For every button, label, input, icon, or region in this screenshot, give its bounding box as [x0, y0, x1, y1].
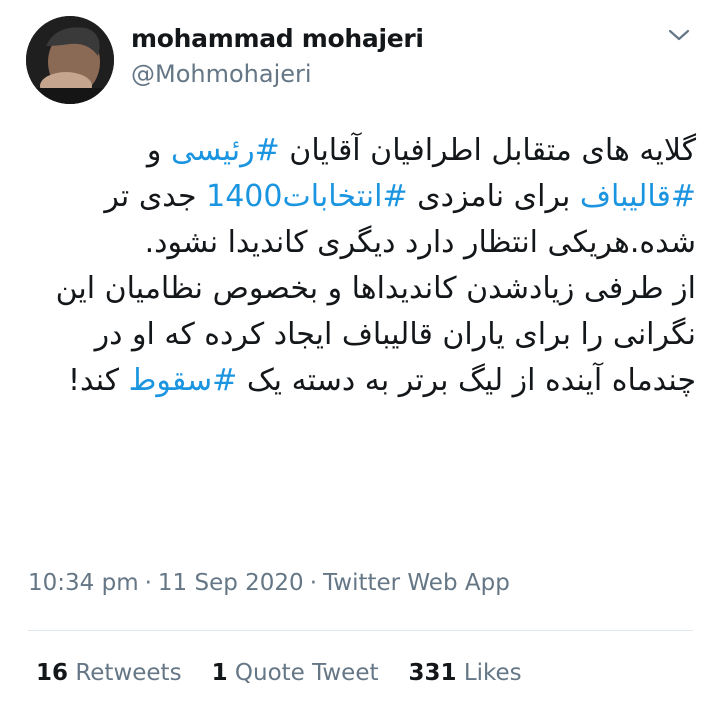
- quote-tweets-stat[interactable]: 1 Quote Tweet: [212, 660, 379, 686]
- hashtag-link[interactable]: #قالیباف: [580, 179, 696, 214]
- tweet-source[interactable]: Twitter Web App: [323, 570, 510, 596]
- tweet-text: گلایه های متقابل اطرافیان آقایان #رئیسی …: [28, 128, 696, 404]
- hashtag-link[interactable]: #انتخابات1400: [206, 179, 407, 214]
- meta-separator: ·: [144, 570, 152, 596]
- display-name[interactable]: mohammad mohajeri: [131, 24, 424, 53]
- tweet-text-run: و: [146, 133, 171, 168]
- tweet-date[interactable]: 11 Sep 2020: [158, 570, 304, 596]
- likes-stat[interactable]: 331 Likes: [409, 660, 522, 686]
- tweet-stats: 16 Retweets 1 Quote Tweet 331 Likes: [36, 660, 552, 686]
- retweets-count: 16: [36, 660, 69, 686]
- tweet-text-run: برای نامزدی: [407, 179, 580, 214]
- tweet-text-run: گلایه های متقابل اطرافیان آقایان: [279, 133, 696, 168]
- likes-count: 331: [408, 660, 457, 686]
- likes-label: Likes: [463, 660, 522, 686]
- quote-tweets-count: 1: [211, 660, 228, 686]
- hashtag-link[interactable]: #سقوط: [129, 363, 238, 398]
- retweets-stat[interactable]: 16 Retweets: [36, 660, 182, 686]
- hashtag-link[interactable]: #رئیسی: [171, 133, 280, 168]
- profile-photo: [26, 16, 114, 104]
- divider: [28, 630, 693, 631]
- tweet-time[interactable]: 10:34 pm: [28, 570, 139, 596]
- tweet-text-run: کند!: [67, 363, 129, 398]
- chevron-down-icon[interactable]: [665, 24, 693, 46]
- retweets-label: Retweets: [75, 660, 182, 686]
- avatar[interactable]: [26, 16, 114, 104]
- user-handle[interactable]: @Mohmohajeri: [131, 60, 312, 88]
- tweet-meta: 10:34 pm · 11 Sep 2020 · Twitter Web App: [28, 570, 510, 596]
- meta-separator: ·: [309, 570, 318, 596]
- tweet-paragraph: از طرفی زیادشدن کاندیداها و بخصوص نظامیا…: [28, 266, 696, 404]
- quote-tweets-label: Quote Tweet: [234, 660, 379, 686]
- tweet-paragraph: گلایه های متقابل اطرافیان آقایان #رئیسی …: [28, 128, 696, 266]
